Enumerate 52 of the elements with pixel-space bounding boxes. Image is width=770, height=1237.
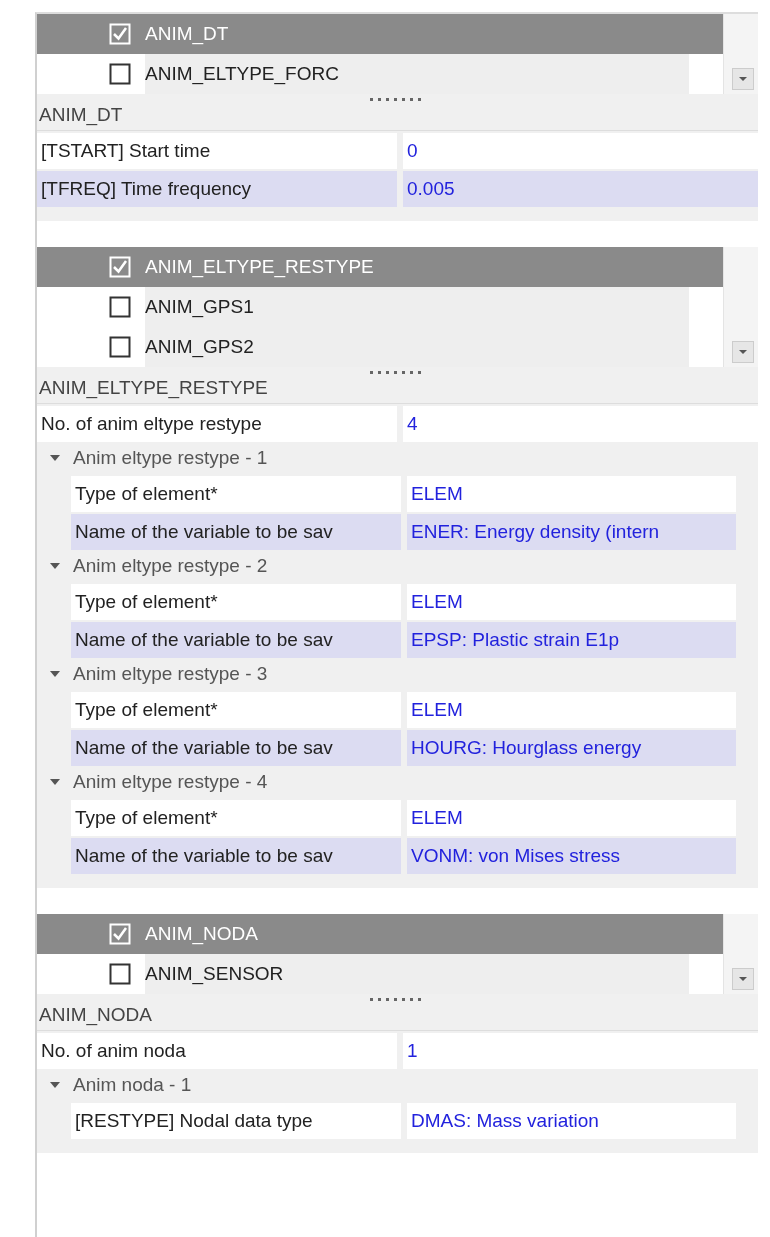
scrollbar[interactable] bbox=[723, 247, 758, 367]
group-title: Anim noda - 1 bbox=[73, 1074, 192, 1096]
triangle-down-icon[interactable] bbox=[49, 669, 61, 679]
group-title: Anim eltype restype - 3 bbox=[73, 663, 268, 685]
checkbox[interactable] bbox=[109, 963, 131, 985]
field-value[interactable]: ELEM bbox=[407, 476, 736, 512]
scroll-down-button[interactable] bbox=[732, 341, 754, 363]
field-label: [TFREQ] Time frequency bbox=[37, 171, 397, 207]
triangle-down-icon[interactable] bbox=[49, 1080, 61, 1090]
field-value[interactable]: DMAS: Mass variation bbox=[407, 1103, 736, 1139]
field-value[interactable]: 0.005 bbox=[403, 171, 758, 207]
group-title: Anim eltype restype - 1 bbox=[73, 447, 268, 469]
field-value[interactable]: 0 bbox=[403, 133, 758, 169]
group-title: Anim eltype restype - 4 bbox=[73, 771, 268, 793]
scrollbar[interactable] bbox=[723, 914, 758, 994]
field-label: Type of element* bbox=[71, 692, 401, 728]
triangle-down-icon[interactable] bbox=[49, 561, 61, 571]
field-label: No. of anim noda bbox=[37, 1033, 397, 1069]
field-value[interactable]: HOURG: Hourglass energy bbox=[407, 730, 736, 766]
field-label: [RESTYPE] Nodal data type bbox=[71, 1103, 401, 1139]
field-label: Name of the variable to be sav bbox=[71, 730, 401, 766]
field-label: Type of element* bbox=[71, 476, 401, 512]
group-title: Anim eltype restype - 2 bbox=[73, 555, 268, 577]
field-label: Name of the variable to be sav bbox=[71, 838, 401, 874]
section-title: ANIM_DT bbox=[37, 102, 758, 131]
scroll-down-button[interactable] bbox=[732, 968, 754, 990]
checkbox[interactable] bbox=[109, 336, 131, 358]
field-value[interactable]: 1 bbox=[403, 1033, 758, 1069]
field-value[interactable]: ELEM bbox=[407, 584, 736, 620]
field-value[interactable]: VONM: von Mises stress bbox=[407, 838, 736, 874]
caret-down-icon bbox=[738, 976, 748, 982]
field-label: Type of element* bbox=[71, 584, 401, 620]
field-value[interactable]: ELEM bbox=[407, 692, 736, 728]
field-label: No. of anim eltype restype bbox=[37, 406, 397, 442]
checkbox[interactable] bbox=[109, 63, 131, 85]
checkbox[interactable] bbox=[109, 296, 131, 318]
field-label: Type of element* bbox=[71, 800, 401, 836]
field-label: [TSTART] Start time bbox=[37, 133, 397, 169]
section-title: ANIM_ELTYPE_RESTYPE bbox=[37, 375, 758, 404]
triangle-down-icon[interactable] bbox=[49, 453, 61, 463]
field-label: Name of the variable to be sav bbox=[71, 622, 401, 658]
field-value[interactable]: ENER: Energy density (intern bbox=[407, 514, 736, 550]
caret-down-icon bbox=[738, 76, 748, 82]
caret-down-icon bbox=[738, 349, 748, 355]
scroll-down-button[interactable] bbox=[732, 68, 754, 90]
field-label: Name of the variable to be sav bbox=[71, 514, 401, 550]
triangle-down-icon[interactable] bbox=[49, 777, 61, 787]
scrollbar[interactable] bbox=[723, 14, 758, 94]
section-title: ANIM_NODA bbox=[37, 1002, 758, 1031]
field-value[interactable]: 4 bbox=[403, 406, 758, 442]
field-value[interactable]: ELEM bbox=[407, 800, 736, 836]
field-value[interactable]: EPSP: Plastic strain E1p bbox=[407, 622, 736, 658]
